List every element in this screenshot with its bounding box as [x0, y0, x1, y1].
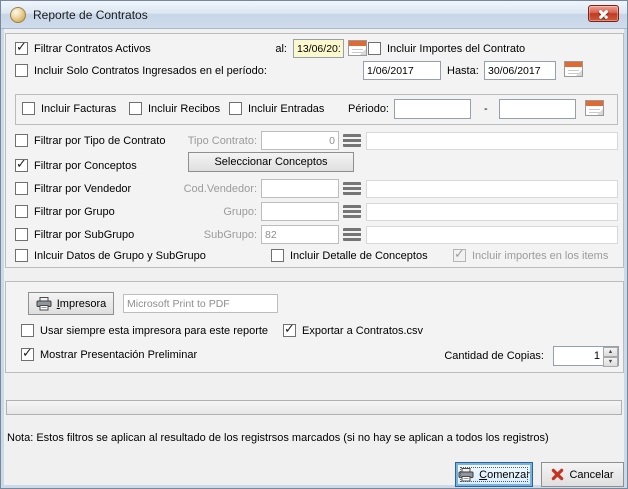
printer-name-field[interactable]	[123, 294, 278, 313]
label-hasta: Hasta:	[447, 65, 479, 78]
label-filtrar-subgrupo: Filtrar por SubGrupo	[34, 229, 134, 242]
label-incluir-importes-items: Incluir importes en los items	[472, 250, 608, 263]
list-lookup-icon[interactable]	[343, 134, 361, 147]
periodo-hasta-input[interactable]	[484, 61, 556, 80]
label-filtrar-grupo: Filtrar por Grupo	[34, 206, 115, 219]
cod-vendedor-input[interactable]	[261, 179, 339, 198]
close-button[interactable]	[588, 5, 619, 22]
label-periodo: Périodo:	[339, 103, 389, 116]
label-filtrar-conceptos: Filtrar por Conceptos	[34, 160, 137, 173]
docs-periodo-desde-input[interactable]	[394, 99, 471, 119]
label-usar-siempre-impresora: Usar siempre esta impresora para este re…	[40, 325, 268, 338]
list-lookup-icon[interactable]	[343, 228, 361, 241]
label-exportar-csv: Exportar a Contratos.csv	[302, 325, 423, 338]
label-cantidad-copias: Cantidad de Copias:	[431, 350, 544, 363]
label-filtrar-tipo-contrato: Filtrar por Tipo de Contrato	[34, 135, 165, 148]
label-incluir-solo-ingresados: Incluir Solo Contratos Ingresados en el …	[34, 65, 267, 78]
calendar-icon[interactable]	[348, 40, 367, 56]
checkbox-usar-siempre-impresora[interactable]	[21, 324, 34, 337]
tipo-contrato-detail-field[interactable]	[366, 132, 618, 150]
checkbox-incluir-importes-contrato[interactable]	[368, 42, 381, 55]
copies-stepper[interactable]: ▲ ▼	[553, 346, 619, 366]
report-dialog: Reporte de Contratos Filtrar Contratos A…	[0, 0, 628, 489]
label-incluir-importes-contrato: Incluir Importes del Contrato	[387, 43, 525, 56]
stepper-down-icon[interactable]: ▼	[603, 357, 618, 367]
label-grupo: Grupo:	[177, 206, 257, 219]
subgrupo-detail-field[interactable]	[366, 226, 618, 244]
window-title: Reporte de Contratos	[33, 8, 148, 22]
title-bar: Reporte de Contratos	[1, 1, 627, 29]
vendedor-detail-field[interactable]	[366, 180, 618, 198]
label-incluir-recibos: Incluir Recibos	[148, 103, 220, 116]
checkbox-incluir-importes-items	[453, 249, 466, 262]
printer-icon	[458, 468, 474, 482]
cancelar-button[interactable]: Cancelar	[541, 462, 624, 487]
checkbox-incluir-detalle-conceptos[interactable]	[271, 249, 284, 262]
printer-icon	[36, 297, 52, 311]
seleccionar-conceptos-button[interactable]: Seleccionar Conceptos	[188, 152, 354, 172]
label-incluir-detalle-conceptos: Incluir Detalle de Conceptos	[290, 250, 428, 263]
impresora-button[interactable]: Impresora	[28, 292, 114, 315]
comenzar-button[interactable]: Comenzar	[455, 462, 533, 487]
calendar-icon[interactable]	[585, 100, 604, 116]
checkbox-incluir-solo-ingresados[interactable]	[15, 64, 28, 77]
checkbox-exportar-csv[interactable]	[283, 324, 296, 337]
note-text: Nota: Estos filtros se aplican al result…	[7, 432, 549, 445]
grupo-input[interactable]	[261, 202, 339, 221]
checkbox-incluir-entradas[interactable]	[229, 102, 242, 115]
list-lookup-icon[interactable]	[343, 205, 361, 218]
tipo-contrato-input[interactable]	[261, 131, 339, 150]
label-incluir-datos-grupo: Inlcuir Datos de Grupo y SubGrupo	[34, 250, 206, 263]
calendar-icon[interactable]	[564, 61, 583, 77]
label-subgrupo: SubGrupo:	[177, 229, 257, 242]
copies-input[interactable]	[554, 347, 603, 365]
label-al: al:	[259, 43, 287, 56]
label-filtrar-contratos-activos: Filtrar Contratos Activos	[34, 43, 151, 56]
checkbox-filtrar-tipo-contrato[interactable]	[15, 134, 28, 147]
progress-bar	[6, 400, 622, 415]
subgrupo-input[interactable]	[261, 225, 339, 244]
checkbox-filtrar-vendedor[interactable]	[15, 182, 28, 195]
checkbox-mostrar-preliminar[interactable]	[21, 348, 34, 361]
label-tipo-contrato: Tipo Contrato:	[177, 135, 257, 148]
label-cod-vendedor: Cod.Vendedor:	[177, 183, 257, 196]
label-dash: -	[484, 103, 488, 116]
label-incluir-facturas: Incluir Facturas	[41, 103, 116, 116]
grupo-detail-field[interactable]	[366, 203, 618, 221]
checkbox-incluir-facturas[interactable]	[22, 102, 35, 115]
checkbox-filtrar-contratos-activos[interactable]	[15, 42, 28, 55]
docs-periodo-hasta-input[interactable]	[499, 99, 576, 119]
checkbox-filtrar-subgrupo[interactable]	[15, 228, 28, 241]
checkbox-incluir-datos-grupo[interactable]	[15, 249, 28, 262]
stepper-up-icon[interactable]: ▲	[603, 347, 618, 357]
checkbox-filtrar-grupo[interactable]	[15, 205, 28, 218]
app-icon	[10, 7, 26, 23]
checkbox-filtrar-conceptos[interactable]	[15, 159, 28, 172]
periodo-desde-input[interactable]	[363, 61, 441, 80]
red-x-icon	[551, 468, 564, 481]
checkbox-incluir-recibos[interactable]	[129, 102, 142, 115]
label-incluir-entradas: Incluir Entradas	[248, 103, 324, 116]
list-lookup-icon[interactable]	[343, 182, 361, 195]
al-date-input[interactable]	[293, 39, 344, 58]
label-filtrar-vendedor: Filtrar por Vendedor	[34, 183, 131, 196]
label-mostrar-preliminar: Mostrar Presentación Preliminar	[40, 349, 197, 362]
